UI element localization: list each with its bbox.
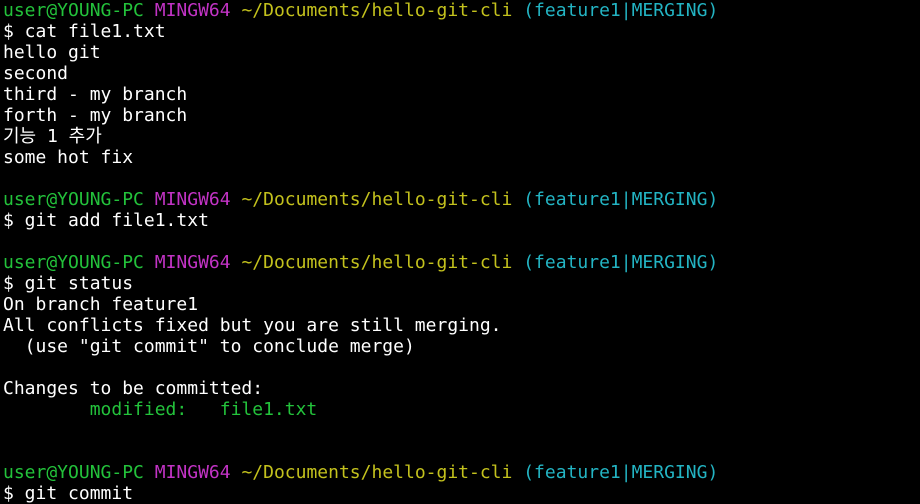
prompt-line: user@YOUNG-PC MINGW64 ~/Documents/hello-… xyxy=(3,0,920,21)
prompt-msystem: MINGW64 xyxy=(154,189,231,210)
terminal-window[interactable]: user@YOUNG-PC MINGW64 ~/Documents/hello-… xyxy=(0,0,920,504)
prompt-path: ~/Documents/hello-git-cli xyxy=(241,189,513,210)
terminal-output: user@YOUNG-PC MINGW64 ~/Documents/hello-… xyxy=(3,0,920,504)
prompt-msystem: MINGW64 xyxy=(154,0,231,21)
prompt-path: ~/Documents/hello-git-cli xyxy=(241,462,513,483)
prompt-path: ~/Documents/hello-git-cli xyxy=(241,252,513,273)
output-text: hello git xyxy=(3,42,101,63)
output-text: On branch feature1 xyxy=(3,294,199,315)
prompt-line: user@YOUNG-PC MINGW64 ~/Documents/hello-… xyxy=(3,189,920,210)
prompt-user-host: user@YOUNG-PC xyxy=(3,0,144,21)
output-line: third - my branch xyxy=(3,84,920,105)
prompt-user-host: user@YOUNG-PC xyxy=(3,462,144,483)
output-line: $ git add file1.txt xyxy=(3,210,920,231)
prompt-branch: (feature1|MERGING) xyxy=(523,462,719,483)
output-text: $ cat file1.txt xyxy=(3,21,166,42)
output-text: Changes to be committed: xyxy=(3,378,264,399)
output-text: some hot fix xyxy=(3,147,134,168)
output-text: $ git commit xyxy=(3,483,134,504)
output-text: $ git add file1.txt xyxy=(3,210,209,231)
output-line: Changes to be committed: xyxy=(3,378,920,399)
output-line: forth - my branch xyxy=(3,105,920,126)
output-line: On branch feature1 xyxy=(3,294,920,315)
output-line: $ git commit xyxy=(3,483,920,504)
prompt-user-host: user@YOUNG-PC xyxy=(3,189,144,210)
output-text: $ git status xyxy=(3,273,134,294)
output-text: forth - my branch xyxy=(3,105,188,126)
prompt-branch: (feature1|MERGING) xyxy=(523,252,719,273)
output-line: some hot fix xyxy=(3,147,920,168)
prompt-line: user@YOUNG-PC MINGW64 ~/Documents/hello-… xyxy=(3,252,920,273)
output-line: All conflicts fixed but you are still me… xyxy=(3,315,920,336)
output-text: (use "git commit" to conclude merge) xyxy=(3,336,415,357)
prompt-path: ~/Documents/hello-git-cli xyxy=(241,0,513,21)
output-line: second xyxy=(3,63,920,84)
output-text: All conflicts fixed but you are still me… xyxy=(3,315,502,336)
output-line: (use "git commit" to conclude merge) xyxy=(3,336,920,357)
output-text: 기능 1 추가 xyxy=(3,126,102,147)
prompt-line: user@YOUNG-PC MINGW64 ~/Documents/hello-… xyxy=(3,462,920,483)
prompt-user-host: user@YOUNG-PC xyxy=(3,252,144,273)
prompt-branch: (feature1|MERGING) xyxy=(523,0,719,21)
output-line: 기능 1 추가 xyxy=(3,126,920,147)
output-line: hello git xyxy=(3,42,920,63)
prompt-branch: (feature1|MERGING) xyxy=(523,189,719,210)
output-line: $ git status xyxy=(3,273,920,294)
output-text: third - my branch xyxy=(3,84,188,105)
prompt-msystem: MINGW64 xyxy=(154,462,231,483)
staged-file-text: modified: file1.txt xyxy=(3,399,318,420)
staged-file-line: modified: file1.txt xyxy=(3,399,920,420)
output-line: $ cat file1.txt xyxy=(3,21,920,42)
prompt-msystem: MINGW64 xyxy=(154,252,231,273)
output-text: second xyxy=(3,63,69,84)
